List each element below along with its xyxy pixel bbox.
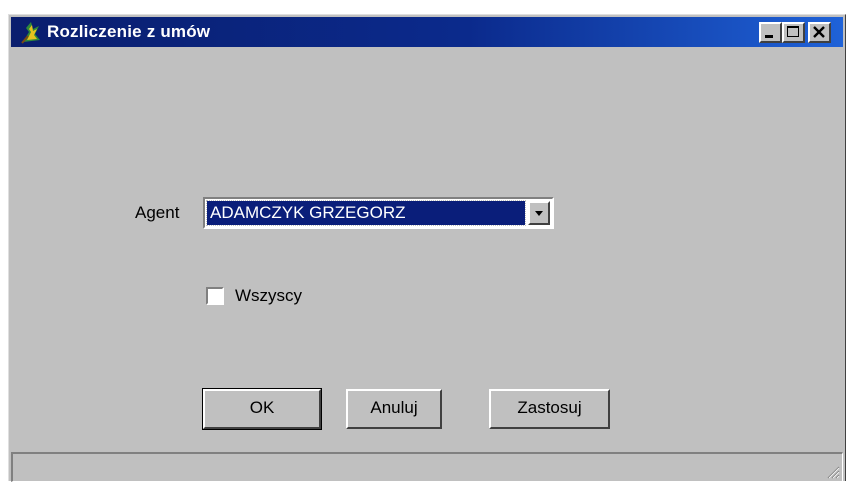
- all-agents-label[interactable]: Wszyscy: [235, 286, 302, 306]
- close-icon: [813, 26, 825, 38]
- minimize-icon: [765, 35, 773, 38]
- apply-button[interactable]: Zastosuj: [489, 389, 610, 429]
- chevron-down-icon: [535, 211, 543, 216]
- dropdown-button[interactable]: [528, 201, 550, 225]
- agent-label: Agent: [135, 203, 180, 222]
- app-icon[interactable]: [19, 20, 43, 44]
- maximize-button[interactable]: [782, 22, 805, 43]
- ok-button[interactable]: OK: [202, 388, 322, 430]
- close-button[interactable]: [808, 22, 831, 43]
- window-title: Rozliczenie z umów: [47, 22, 211, 41]
- all-agents-checkbox[interactable]: [206, 287, 224, 305]
- agent-select-value[interactable]: ADAMCZYK GRZEGORZ: [206, 200, 526, 226]
- minimize-button[interactable]: [759, 22, 782, 43]
- dialog-window: Rozliczenie z umów Agent ADAMCZYK GRZEGO…: [8, 14, 846, 482]
- resize-grip-icon[interactable]: [826, 465, 840, 479]
- status-bar: [11, 452, 843, 482]
- cancel-button[interactable]: Anuluj: [346, 389, 442, 429]
- title-bar[interactable]: Rozliczenie z umów: [11, 17, 843, 47]
- agent-select[interactable]: ADAMCZYK GRZEGORZ: [203, 197, 554, 229]
- maximize-icon: [787, 26, 799, 37]
